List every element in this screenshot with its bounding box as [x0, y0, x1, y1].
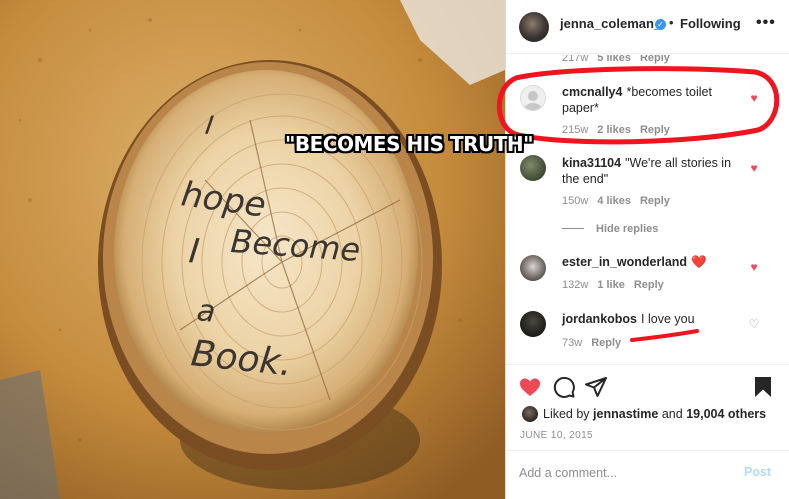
comment-text: jordankobos I love you	[562, 311, 742, 327]
comment-bubble-icon[interactable]	[552, 375, 576, 399]
commenter-avatar[interactable]	[520, 255, 546, 281]
meme-caption: "BECOMES HIS TRUTH"	[285, 132, 534, 156]
comment-likes[interactable]: 5 likes	[597, 55, 631, 64]
post-date: JUNE 10, 2015	[520, 430, 594, 441]
comment-likes[interactable]: 4 likes	[597, 195, 631, 207]
commenter-username[interactable]: ester_in_wonderland	[562, 255, 687, 269]
commenter-username[interactable]: kina31104	[562, 156, 621, 170]
commenter-avatar[interactable]	[520, 85, 546, 111]
commenter-username[interactable]: jordankobos	[562, 312, 637, 326]
reply-button[interactable]: Reply	[634, 279, 664, 291]
tree-stump-photo: I hope I Become a Book.	[0, 0, 505, 499]
comment-age: 150w	[562, 195, 589, 207]
reply-button[interactable]: Reply	[640, 55, 670, 64]
likes-summary: Liked by jennastime and 19,004 others	[543, 407, 766, 421]
commenter-username[interactable]: cmcnally4	[562, 85, 622, 99]
post-header: jenna_coleman_ ✓ • Following •••	[506, 0, 789, 54]
liker-username[interactable]: jennastime	[593, 407, 658, 421]
comment-age: 215w	[562, 124, 589, 136]
comment-meta: 132w 1 like Reply	[562, 279, 664, 291]
liker-avatar[interactable]	[522, 406, 538, 422]
liked-by-prefix: Liked by	[543, 407, 590, 421]
commenter-avatar[interactable]	[520, 311, 546, 337]
post-sidebar: jenna_coleman_ ✓ • Following ••• 217w 5 l…	[505, 0, 789, 499]
comments-list[interactable]: 217w 5 likes Reply cmcnally4 *becomes toile…	[506, 55, 789, 364]
commenter-avatar[interactable]	[520, 155, 546, 181]
comment-content: ❤️	[691, 255, 707, 269]
post-actions: Liked by jennastime and 19,004 others JU…	[506, 364, 789, 450]
comment-meta: 150w 4 likes Reply	[562, 195, 670, 207]
paper-plane-icon[interactable]	[584, 375, 608, 399]
comment-text: ester_in_wonderland ❤️	[562, 254, 752, 270]
header-separator: •	[669, 15, 674, 30]
replies-divider	[562, 228, 584, 229]
reply-button[interactable]: Reply	[591, 337, 621, 349]
likes-others-link[interactable]: 19,004 others	[686, 407, 766, 421]
comment-like-heart-icon[interactable]: ♥	[747, 161, 761, 175]
more-options-icon[interactable]: •••	[756, 14, 776, 32]
add-comment-input[interactable]	[519, 463, 729, 483]
post-photo[interactable]: I hope I Become a Book.	[0, 0, 505, 499]
hide-replies-button[interactable]: Hide replies	[596, 223, 658, 235]
comment-like-heart-icon[interactable]: ♥	[747, 91, 761, 105]
add-comment-bar: Post	[506, 450, 789, 499]
comment-age: 132w	[562, 279, 589, 291]
author-avatar[interactable]	[519, 12, 549, 42]
bookmark-filled-icon[interactable]	[751, 375, 775, 399]
following-button[interactable]: Following	[680, 16, 741, 31]
comment-age: 73w	[562, 337, 583, 349]
comment-likes[interactable]: 1 like	[597, 279, 625, 291]
post-comment-button[interactable]: Post	[744, 465, 771, 479]
comment-like-heart-outline-icon[interactable]: ♡	[747, 317, 761, 331]
comment-text: cmcnally4 *becomes toilet paper*	[562, 84, 742, 116]
handwriting-line: a	[195, 293, 217, 330]
verified-badge-icon: ✓	[655, 19, 666, 30]
comment-meta: 215w 2 likes Reply	[562, 124, 670, 136]
comment-likes[interactable]: 2 likes	[597, 124, 631, 136]
reply-button[interactable]: Reply	[640, 195, 670, 207]
comment-meta: 73w Reply	[562, 337, 621, 349]
comment-text: kina31104 "We're all stories in the end"	[562, 155, 742, 187]
comment-meta: 217w 5 likes Reply	[562, 55, 670, 64]
comment-age: 217w	[562, 55, 589, 64]
heart-filled-icon[interactable]	[518, 375, 542, 399]
default-avatar-icon	[524, 91, 542, 110]
author-username[interactable]: jenna_coleman_	[560, 16, 661, 31]
comment-content: I love you	[641, 312, 695, 326]
liked-by-joiner: and	[661, 407, 683, 421]
reply-button[interactable]: Reply	[640, 124, 670, 136]
comment-like-heart-icon[interactable]: ♥	[747, 260, 761, 274]
